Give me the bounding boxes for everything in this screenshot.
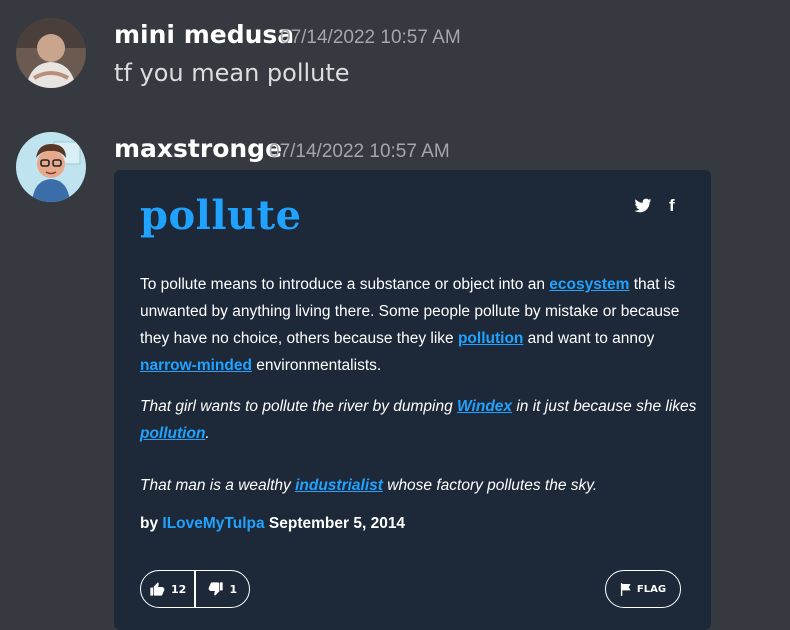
- flag-button[interactable]: FLAG: [605, 570, 681, 608]
- example-text: That girl wants to pollute the river by …: [140, 398, 697, 442]
- upvote-button[interactable]: 12: [141, 581, 194, 597]
- byline: by ILoveMyTulpa September 5, 2014: [140, 515, 406, 532]
- twitter-icon[interactable]: [634, 198, 652, 218]
- username[interactable]: mini medusa: [114, 20, 294, 49]
- avatar-mini-medusa[interactable]: [16, 18, 86, 88]
- thumbs-up-icon: [150, 582, 165, 596]
- definition-date: September 5, 2014: [268, 515, 406, 532]
- facebook-icon[interactable]: f: [669, 196, 675, 216]
- username[interactable]: maxstronge: [114, 134, 282, 163]
- thumbs-down-icon: [208, 582, 223, 596]
- flag-label: FLAG: [636, 583, 667, 595]
- link-windex[interactable]: Windex: [457, 398, 512, 415]
- definition-text: To pollute means to introduce a substanc…: [140, 276, 680, 374]
- timestamp: 07/14/2022 10:57 AM: [269, 141, 450, 162]
- link-narrow-minded[interactable]: narrow-minded: [140, 357, 252, 374]
- downvote-count: 1: [229, 582, 238, 596]
- avatar-maxstronge[interactable]: [16, 132, 86, 202]
- downvote-button[interactable]: 1: [196, 581, 249, 597]
- example-text: That man is a wealthy industrialist whos…: [140, 477, 598, 494]
- definition-word[interactable]: pollute: [140, 192, 302, 239]
- timestamp: 07/14/2022 10:57 AM: [280, 27, 461, 48]
- message-text: tf you mean pollute: [114, 59, 350, 87]
- vote-buttons: 12 1: [140, 570, 250, 608]
- link-pollution[interactable]: pollution: [458, 330, 523, 347]
- link-industrialist[interactable]: industrialist: [295, 477, 383, 494]
- flag-icon: [620, 582, 631, 596]
- upvote-count: 12: [170, 582, 187, 596]
- author-link[interactable]: ILoveMyTulpa: [162, 515, 264, 532]
- urban-dictionary-embed: pollute f To pollute means to introduce …: [114, 170, 711, 630]
- link-pollution[interactable]: pollution: [140, 425, 205, 442]
- link-ecosystem[interactable]: ecosystem: [549, 276, 629, 293]
